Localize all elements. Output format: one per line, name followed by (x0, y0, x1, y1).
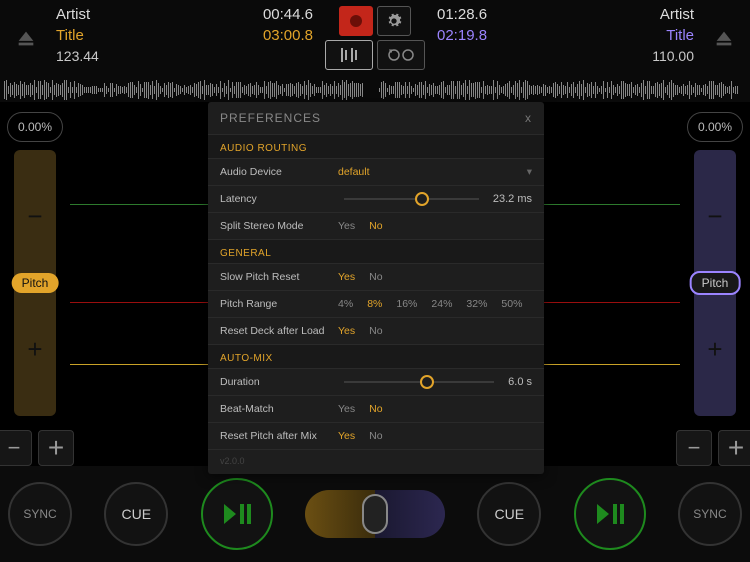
deck-b-pitch-label: Pitch (690, 271, 741, 295)
deck-b-title[interactable]: Title (499, 27, 694, 44)
record-button[interactable] (339, 6, 373, 36)
latency-slider[interactable] (344, 198, 479, 200)
deck-b-play-button[interactable] (574, 478, 646, 550)
deck-b-nudge-up[interactable]: + (718, 430, 750, 466)
eject-icon (713, 28, 735, 50)
deck-b-sync-button[interactable]: SYNC (678, 482, 742, 546)
center-controls (321, 0, 429, 78)
minus-icon: − (694, 150, 736, 283)
deck-b-artist: Artist (499, 6, 694, 23)
rp-no[interactable]: No (369, 430, 382, 442)
preferences-panel: PREFERENCES x AUDIO ROUTING Audio Device… (208, 102, 544, 474)
transport-bar: SYNC CUE CUE SYNC (0, 466, 750, 562)
gear-icon (386, 13, 402, 29)
resetdeck-no[interactable]: No (369, 325, 382, 337)
row-reset-pitch: Reset Pitch after Mix Yes No (208, 423, 544, 450)
overview-waveforms (0, 78, 750, 102)
deck-b-side: 0.00% − + Pitch − + (680, 102, 750, 466)
section-automix-heading: AUTO-MIX (208, 345, 544, 369)
section-audio-heading: AUDIO ROUTING (208, 135, 544, 159)
row-reset-deck: Reset Deck after Load Yes No (208, 318, 544, 345)
deck-a-info: Artist Title 123.44 00:44.6 03:00.8 (0, 0, 321, 78)
deck-b-cue-button[interactable]: CUE (477, 482, 541, 546)
deck-b-remain: 02:19.8 (437, 27, 487, 44)
play-pause-icon (595, 502, 625, 526)
mixer-mode-button[interactable] (325, 40, 373, 70)
deck-b-info: Artist Title 110.00 01:28.6 02:19.8 (429, 0, 750, 78)
close-button[interactable]: x (525, 111, 532, 125)
row-latency: Latency 23.2 ms (208, 186, 544, 213)
plus-icon: + (694, 283, 736, 416)
deck-a-bpm: 123.44 (56, 48, 251, 64)
deck-b-pitch-slider[interactable]: − + Pitch (694, 150, 736, 416)
latency-value: 23.2 ms (493, 193, 532, 205)
preferences-title: PREFERENCES (220, 111, 321, 125)
row-pitch-range: Pitch Range 4%8%16%24%32%50% (208, 291, 544, 318)
deck-a-side: 0.00% − + Pitch − + (0, 102, 70, 466)
split-no[interactable]: No (369, 220, 382, 232)
deck-b-nudge-down[interactable]: − (676, 430, 712, 466)
minus-icon: − (14, 150, 56, 283)
crossfader[interactable] (305, 490, 445, 538)
deck-b-bpm: 110.00 (499, 48, 694, 64)
row-split-stereo: Split Stereo Mode Yes No (208, 213, 544, 240)
deck-a-nudge-down[interactable]: − (0, 430, 32, 466)
duration-slider[interactable] (344, 381, 494, 383)
pitch-range-option[interactable]: 32% (466, 298, 487, 310)
overview-b[interactable] (375, 78, 750, 102)
turntable-icon (387, 48, 415, 62)
deck-b-elapsed: 01:28.6 (437, 6, 487, 23)
split-yes[interactable]: Yes (338, 220, 355, 232)
eject-b-button[interactable] (706, 6, 742, 72)
bm-no[interactable]: No (369, 403, 382, 415)
deck-a-pitch-pct[interactable]: 0.00% (7, 112, 63, 142)
plus-icon: + (14, 283, 56, 416)
crossfader-knob[interactable] (362, 494, 388, 534)
slow-no[interactable]: No (369, 271, 382, 283)
play-pause-icon (222, 502, 252, 526)
resetdeck-yes[interactable]: Yes (338, 325, 355, 337)
deck-a-nudge-up[interactable]: + (38, 430, 74, 466)
deck-a-pitch-label: Pitch (12, 273, 59, 293)
deck-a-sync-button[interactable]: SYNC (8, 482, 72, 546)
deck-b-pitch-pct[interactable]: 0.00% (687, 112, 743, 142)
top-bar: Artist Title 123.44 00:44.6 03:00.8 Arti… (0, 0, 750, 78)
deck-a-remain: 03:00.8 (263, 27, 313, 44)
slow-yes[interactable]: Yes (338, 271, 355, 283)
bm-yes[interactable]: Yes (338, 403, 355, 415)
eject-icon (15, 28, 37, 50)
deck-a-artist: Artist (56, 6, 251, 23)
duration-value: 6.0 s (508, 376, 532, 388)
settings-button[interactable] (377, 6, 411, 36)
row-audio-device[interactable]: Audio Device default▾ (208, 159, 544, 186)
eject-a-button[interactable] (8, 6, 44, 72)
row-duration: Duration 6.0 s (208, 369, 544, 396)
rp-yes[interactable]: Yes (338, 430, 355, 442)
pitch-range-option[interactable]: 4% (338, 298, 353, 310)
row-slow-pitch: Slow Pitch Reset Yes No (208, 264, 544, 291)
section-general-heading: GENERAL (208, 240, 544, 264)
pitch-range-option[interactable]: 24% (431, 298, 452, 310)
pitch-range-option[interactable]: 16% (396, 298, 417, 310)
pitch-range-option[interactable]: 50% (501, 298, 522, 310)
deck-a-cue-button[interactable]: CUE (104, 482, 168, 546)
waveform-vertical-icon (337, 46, 361, 64)
turntable-mode-button[interactable] (377, 40, 425, 70)
deck-a-play-button[interactable] (201, 478, 273, 550)
row-beatmatch: Beat-Match Yes No (208, 396, 544, 423)
pitch-range-option[interactable]: 8% (367, 298, 382, 310)
deck-a-title[interactable]: Title (56, 27, 251, 44)
deck-a-elapsed: 00:44.6 (263, 6, 313, 23)
prefs-version: v2.0.0 (208, 450, 544, 474)
deck-a-pitch-slider[interactable]: − + Pitch (14, 150, 56, 416)
overview-a[interactable] (0, 78, 375, 102)
